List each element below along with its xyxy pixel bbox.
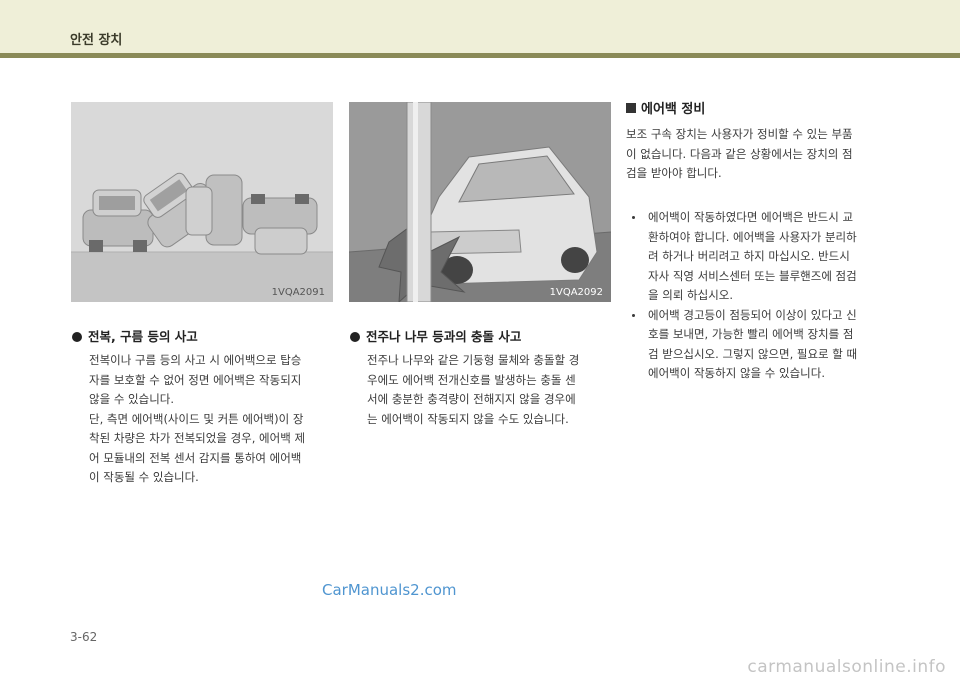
- pole-paragraph: 전주나 나무와 같은 기둥형 물체와 충돌할 경 우에도 에어백 전개신호를 발…: [367, 351, 617, 429]
- footer-url-link[interactable]: carmanualsonline.info: [747, 657, 946, 677]
- text-line: 자를 보호할 수 없어 정면 에어백은 작동되지: [89, 372, 302, 387]
- figure-code: 1VQA2091: [271, 287, 325, 298]
- text-line: 이 없습니다. 다음과 같은 상황에서는 장치의 점: [626, 146, 853, 161]
- pole-heading-text: 전주나 나무 등과의 충돌 사고: [366, 329, 522, 344]
- list-dot-icon: [632, 216, 635, 219]
- maintenance-intro: 보조 구속 장치는 사용자가 정비할 수 있는 부품 이 없습니다. 다음과 같…: [626, 125, 906, 184]
- text-line: 는 에어백이 작동되지 않을 수도 있습니다.: [367, 411, 569, 426]
- pole-collision-drawing: [349, 102, 611, 302]
- maintenance-heading: 에어백 정비: [626, 98, 705, 117]
- text-line: 을 의뢰 하십시오.: [648, 288, 734, 302]
- watermark-link[interactable]: CarManuals2.com: [322, 581, 457, 599]
- text-line: 에어백 경고등이 점등되어 이상이 있다고 신: [648, 307, 857, 322]
- pole-heading: 전주나 나무 등과의 충돌 사고: [350, 326, 521, 345]
- text-line: 호를 보내면, 가능한 빨리 에어백 장치를 점: [648, 327, 854, 341]
- rollover-illustration: 1VQA2091: [71, 102, 333, 302]
- bullet-icon: [350, 332, 360, 342]
- text-line: 전복이나 구름 등의 사고 시 에어백으로 탑승: [89, 353, 302, 367]
- text-line: 전주나 나무와 같은 기둥형 물체와 충돌할 경: [367, 353, 580, 367]
- list-dot-icon: [632, 313, 635, 317]
- text-line: 어 모듈내의 전복 센서 감지를 통하여 에어백: [89, 450, 302, 465]
- rollover-paragraph: 전복이나 구름 등의 사고 시 에어백으로 탑승 자를 보호할 수 없어 정면 …: [89, 351, 339, 488]
- bullet-icon: [72, 332, 82, 342]
- chapter-title: 안전 장치: [70, 33, 123, 48]
- pole-collision-illustration: 1VQA2092: [349, 102, 611, 302]
- text-line: 우에도 에어백 전개신호를 발생하는 충돌 센: [367, 372, 576, 387]
- text-line: 단, 측면 에어백(사이드 및 커튼 에어백)이 장: [89, 411, 304, 426]
- rollover-heading-text: 전복, 구름 등의 사고: [88, 329, 198, 344]
- header-rule: [0, 53, 960, 58]
- text-line: 착된 차량은 차가 전복되었을 경우, 에어백 제: [89, 431, 306, 445]
- text-line: 보조 구속 장치는 사용자가 정비할 수 있는 부품: [626, 127, 853, 141]
- text-line: 이 작동될 수 있습니다.: [89, 470, 199, 484]
- text-line: 검을 받아야 합니다.: [626, 166, 722, 180]
- rollover-drawing: [71, 102, 333, 302]
- text-line: 서에 충분한 충격량이 전해지지 않을 경우에: [367, 392, 576, 406]
- text-line: 자사 직영 서비스센터 또는 블루핸즈에 점검: [648, 268, 857, 283]
- page-header: 안전 장치: [0, 0, 960, 53]
- figure-code: 1VQA2092: [549, 287, 603, 298]
- text-line: 검 받으십시오. 그렇지 않으면, 필요로 할 때: [648, 346, 858, 361]
- text-line: 에어백이 작동하였다면 에어백은 반드시 교: [648, 210, 854, 224]
- text-line: 에어백이 작동하지 않을 수 있습니다.: [648, 366, 825, 380]
- text-line: 않을 수 있습니다.: [89, 392, 175, 406]
- text-line: 려 하거나 버리려고 하지 마십시오. 반드시: [648, 249, 850, 263]
- rollover-heading: 전복, 구름 등의 사고: [72, 326, 198, 345]
- maintenance-list: 에어백이 작동하였다면 에어백은 반드시 교 환하여야 합니다. 에어백을 사용…: [626, 208, 898, 384]
- square-bullet-icon: [626, 103, 636, 113]
- page-number: 3-62: [70, 630, 98, 644]
- maintenance-heading-text: 에어백 정비: [641, 102, 706, 117]
- list-item: 에어백이 작동하였다면 에어백은 반드시 교 환하여야 합니다. 에어백을 사용…: [626, 208, 898, 306]
- list-item: 에어백 경고등이 점등되어 이상이 있다고 신 호를 보내면, 가능한 빨리 에…: [626, 306, 898, 384]
- text-line: 환하여야 합니다. 에어백을 사용자가 분리하: [648, 229, 857, 244]
